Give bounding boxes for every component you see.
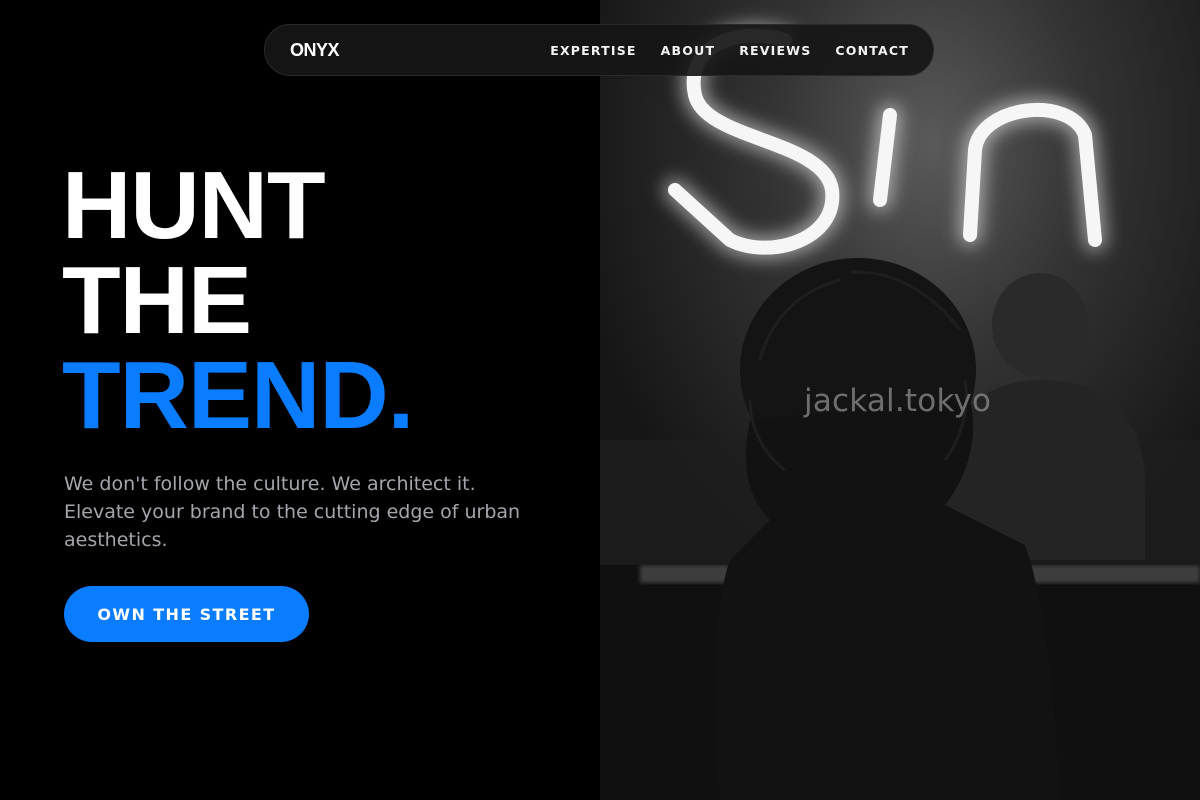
hero-title: HUNT THE TREND. bbox=[62, 152, 414, 449]
nav-link-expertise[interactable]: EXPERTISE bbox=[550, 43, 636, 58]
hero-subtitle: We don't follow the culture. We architec… bbox=[64, 473, 521, 551]
nav-link-reviews[interactable]: REVIEWS bbox=[739, 43, 811, 58]
brand-logo[interactable]: ONYX bbox=[290, 40, 340, 61]
hero-title-line-2: THE bbox=[62, 247, 252, 354]
hero-title-line-3: TREND. bbox=[62, 342, 414, 449]
landing-page: jackal.tokyo ONYX EXPERTISE ABOUT REVIEW… bbox=[0, 0, 1200, 800]
nav-link-about[interactable]: ABOUT bbox=[661, 43, 716, 58]
top-nav: ONYX EXPERTISE ABOUT REVIEWS CONTACT bbox=[264, 24, 934, 76]
own-the-street-button[interactable]: OWN THE STREET bbox=[64, 586, 309, 642]
hero-title-line-1: HUNT bbox=[62, 152, 326, 259]
photo-watermark: jackal.tokyo bbox=[804, 383, 992, 419]
nav-links: EXPERTISE ABOUT REVIEWS CONTACT bbox=[550, 43, 909, 58]
nav-link-contact[interactable]: CONTACT bbox=[835, 43, 909, 58]
